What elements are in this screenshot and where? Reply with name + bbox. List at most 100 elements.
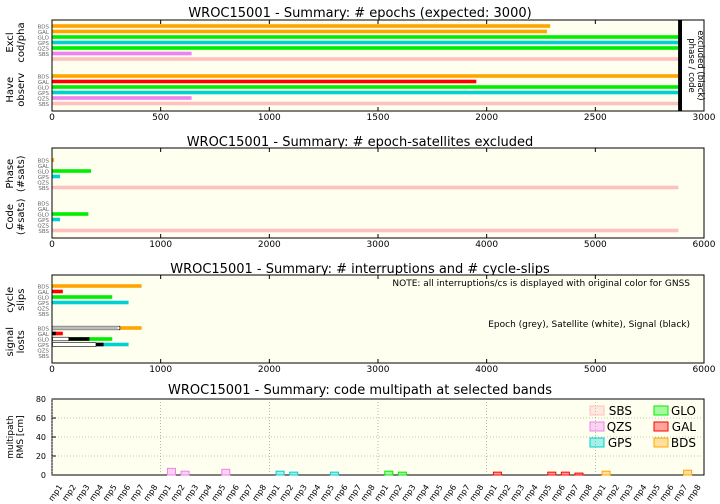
- row-label: SBS: [38, 52, 49, 58]
- group-label: losts: [16, 330, 27, 353]
- bar-sbs: [52, 57, 679, 61]
- group-label: Phase: [5, 159, 16, 189]
- legend-swatch-glo: [653, 405, 669, 416]
- bar-sbs: [52, 101, 679, 106]
- group-label: Have: [5, 77, 16, 103]
- x-tick-label: 2000: [258, 240, 281, 250]
- y-tick-label: 40: [36, 433, 46, 442]
- group-label: cycle: [5, 287, 16, 313]
- y-axis-label: RMS [cm]: [16, 415, 26, 458]
- note-text: NOTE: all interruptions/cs is displayed …: [392, 279, 690, 289]
- y-tick-label: 0: [41, 471, 46, 480]
- x-tick-label: 0: [49, 365, 55, 375]
- y-tick-label: 60: [36, 414, 46, 423]
- x-tick-label: 4000: [475, 365, 498, 375]
- bar-glo: [52, 212, 89, 216]
- y-tick-label: 80: [36, 395, 46, 404]
- legend-label: BDS: [671, 436, 696, 450]
- legend-swatch-gal: [653, 421, 669, 432]
- annotation-text: excluded (black): [695, 30, 705, 100]
- bar-glo: [52, 169, 92, 173]
- bar-qzs-mp2: [180, 470, 190, 476]
- legend-label: GAL: [672, 420, 697, 434]
- x-tick-label: 0: [49, 113, 55, 123]
- bar-sbs: [52, 228, 679, 233]
- legend-label: QZS: [607, 420, 632, 434]
- bar-bds: [52, 284, 142, 288]
- bar-gps-mp2: [289, 471, 299, 476]
- bar-glo-mp1: [384, 470, 394, 476]
- group-label: slips: [16, 289, 27, 311]
- group-label: Code: [5, 204, 16, 230]
- plot-area: [51, 398, 705, 476]
- chart-title: WROC15001 - Summary: # epochs (expected:…: [188, 6, 531, 21]
- x-tick-label: 4000: [475, 240, 498, 250]
- plot-area: [51, 147, 705, 239]
- bar-gal-mp7: [574, 472, 584, 476]
- legend-label: SBS: [609, 404, 632, 418]
- row-label: SBS: [38, 102, 49, 108]
- x-tick-label: 5000: [584, 365, 607, 375]
- y-axis-label: multipath: [6, 415, 16, 458]
- x-tick-label: 500: [152, 113, 169, 123]
- x-tick-label: 6000: [693, 240, 716, 250]
- bar-bds-mp7: [683, 469, 693, 476]
- row-label: SBS: [38, 312, 49, 318]
- bar-satellite: [52, 342, 97, 347]
- bar-bds: [52, 158, 55, 162]
- bar-bds-mp1: [601, 470, 611, 476]
- bar-glo-mp2: [397, 471, 407, 476]
- bar-signal: [52, 331, 56, 336]
- row-label: SBS: [38, 186, 49, 192]
- legend-swatch-gps: [589, 437, 605, 448]
- row-label: SBS: [38, 229, 49, 235]
- bar-gps: [52, 40, 679, 45]
- x-tick-label: 0: [49, 240, 55, 250]
- bar-gps: [52, 300, 129, 305]
- x-tick-label: mp8: [685, 483, 703, 503]
- bar-qzs: [52, 51, 192, 56]
- bar-gal: [52, 289, 63, 294]
- bar-gal: [52, 79, 477, 84]
- x-tick-label: 3000: [367, 365, 390, 375]
- exclusion-limit-line: [678, 20, 683, 111]
- bar-qzs-mp1: [166, 467, 176, 476]
- x-tick-label: 5000: [584, 240, 607, 250]
- x-tick-label: 2000: [258, 365, 281, 375]
- group-label: signal: [5, 327, 16, 357]
- group-label: cod/pha: [16, 22, 27, 62]
- bar-glo: [52, 35, 679, 39]
- x-tick-label: 2500: [584, 113, 607, 123]
- bar-gal-mp6: [560, 471, 570, 476]
- group-label: observ: [16, 73, 27, 107]
- bar-gps: [52, 90, 679, 95]
- x-tick-label: 2000: [475, 113, 498, 123]
- bar-qzs: [52, 96, 192, 100]
- x-tick-label: 3000: [693, 113, 716, 123]
- bar-glo: [52, 295, 113, 299]
- x-tick-label: 1000: [149, 240, 172, 250]
- bar-gps: [52, 174, 61, 179]
- x-tick-label: 1000: [258, 113, 281, 123]
- bar-satellite: [52, 336, 70, 342]
- bar-gal-mp1: [492, 471, 502, 476]
- group-label: (#sats): [16, 155, 27, 192]
- bar-gps-mp1: [275, 470, 285, 476]
- bar-glo: [52, 85, 679, 89]
- bar-gps-mp5: [329, 471, 339, 476]
- group-label: (#sats): [16, 198, 27, 235]
- legend-label: GLO: [671, 404, 696, 418]
- chart-title: WROC15001 - Summary: code multipath at s…: [168, 383, 552, 398]
- x-tick-label: 3000: [367, 240, 390, 250]
- y-tick-label: 20: [36, 452, 46, 461]
- annotation-text: phase / code: [686, 38, 696, 92]
- legend-swatch-bds: [653, 437, 669, 448]
- bar-qzs-mp5: [221, 468, 231, 476]
- bar-bds: [52, 24, 551, 28]
- legend-swatch-sbs: [589, 405, 605, 416]
- x-tick-label: 1000: [149, 365, 172, 375]
- group-label: Excl: [5, 32, 16, 52]
- bar-bds: [52, 29, 547, 34]
- bar-glo: [52, 46, 679, 50]
- bar-sbs: [52, 185, 679, 190]
